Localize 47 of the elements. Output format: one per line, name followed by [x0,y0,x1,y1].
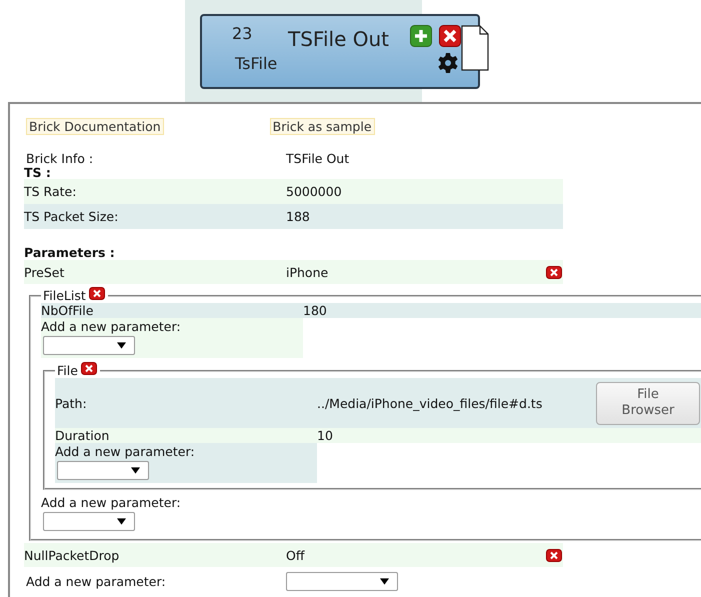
delete-icon[interactable] [546,266,562,278]
caret-icon [117,518,126,525]
sample-link[interactable]: Brick as sample [270,118,375,135]
delete-icon[interactable] [439,25,461,47]
info-value: TSFile Out [286,151,350,166]
parameter-dropdown[interactable] [43,336,135,355]
settings-icon[interactable] [438,53,458,73]
brick-title: TSFile Out [288,27,390,51]
section-heading: Parameters : [24,246,116,260]
documentation-link[interactable]: Brick Documentation [26,118,164,135]
parameter-dropdown[interactable] [43,512,135,531]
parameter-value: Off [286,548,306,562]
delete-icon[interactable] [88,287,105,300]
add-icon[interactable] [410,25,432,47]
parameter-label: PreSet [24,264,66,280]
parameter-value: ../Media/iPhone_video_files/file#d.ts [317,396,544,410]
file-browser-button[interactable]: File Browser [596,382,700,424]
add-parameter-label: Add a new parameter: [26,574,167,588]
property-value: 188 [286,209,310,224]
parameter-dropdown[interactable] [57,461,149,480]
property-value: 5000000 [286,184,342,199]
add-parameter-label: Add a new parameter: [41,319,182,334]
parameter-value: iPhone [286,264,330,280]
parameter-value: 10 [317,428,334,443]
parameter-label: Duration [55,428,110,443]
section-heading: TS : [24,166,52,179]
parameter-label: NullPacketDrop [24,548,120,562]
caret-icon [117,342,126,349]
delete-icon[interactable] [80,362,97,375]
add-parameter-label: Add a new parameter: [41,495,182,510]
property-label: TS Rate: [24,184,78,199]
add-parameter-label: Add a new parameter: [55,444,196,459]
parameter-value: 180 [303,303,328,318]
caret-icon [380,578,389,584]
delete-icon[interactable] [546,548,562,562]
parameter-label: NbOfFile [41,303,94,318]
info-label: Brick Info : [26,151,94,166]
parameter-label: Path: [55,396,88,410]
property-label: TS Packet Size: [24,209,120,224]
document-icon[interactable] [461,25,489,71]
brick-number: 23 [232,24,254,43]
brick-node[interactable]: 23 TSFile Out TsFile [200,14,480,89]
parameter-dropdown[interactable] [286,572,398,590]
caret-icon [131,467,140,474]
group-title: File [57,363,78,378]
group-title: FileList [43,288,86,303]
brick-type: TsFile [235,54,278,73]
